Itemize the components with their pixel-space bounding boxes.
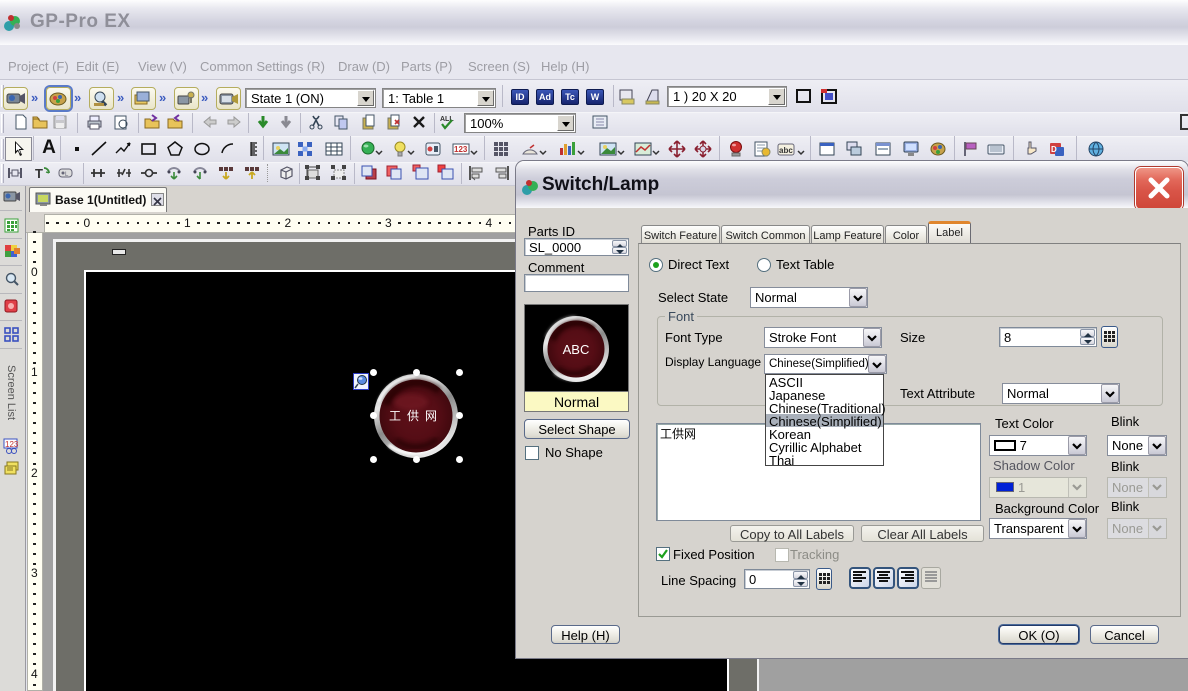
svg-text:123: 123 — [454, 145, 468, 154]
svg-text:abc: abc — [779, 146, 793, 155]
svg-text:T: T — [35, 166, 43, 181]
svg-text:工供网: 工供网 — [389, 409, 443, 423]
svg-text:ABC: ABC — [563, 342, 590, 357]
svg-text:ALL: ALL — [440, 116, 454, 123]
svg-text:123: 123 — [5, 440, 19, 449]
svg-text:D: D — [1051, 145, 1057, 154]
